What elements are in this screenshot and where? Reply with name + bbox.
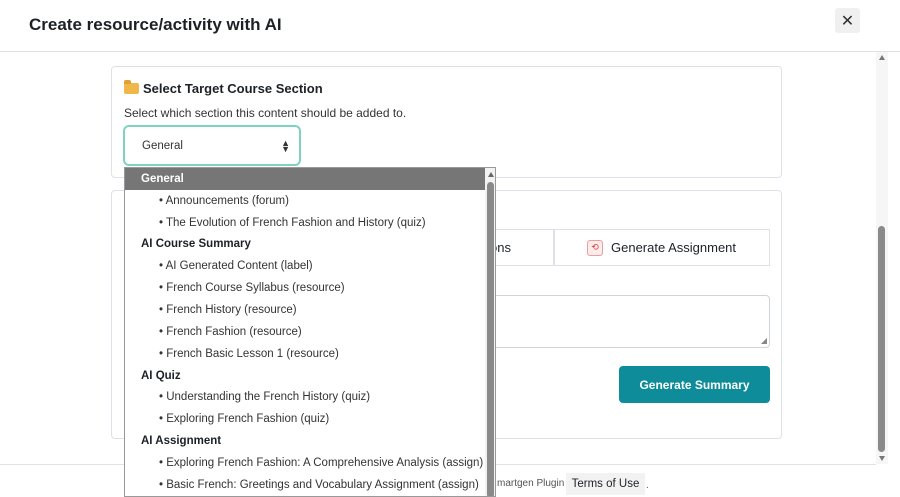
dropdown-option[interactable]: • French History (resource) <box>125 299 485 321</box>
folder-open-icon <box>124 80 139 94</box>
scroll-up-icon[interactable] <box>879 55 885 60</box>
section-card-title: Select Target Course Section <box>143 81 323 96</box>
section-select-card: Select Target Course Section Select whic… <box>111 66 782 178</box>
section-dropdown-list[interactable]: General • Announcements (forum) • The Evol… <box>124 167 496 497</box>
prompt-textarea[interactable]: ◢ <box>482 295 770 348</box>
footer-plugin-text: martgen Plugin <box>497 478 565 489</box>
footer-trailing: . <box>646 480 649 491</box>
terms-of-use-link[interactable]: Terms of Use <box>566 473 645 495</box>
scroll-down-icon[interactable] <box>879 456 885 461</box>
dropdown-scrollbar-thumb[interactable] <box>487 182 494 496</box>
dropdown-option[interactable]: • Exploring French Fashion: A Comprehens… <box>125 452 485 474</box>
tab-generate-assignment[interactable]: ⟲ Generate Assignment <box>554 229 770 266</box>
dropdown-option[interactable]: • AI Generated Content (label) <box>125 255 485 277</box>
dropdown-option[interactable]: • The Evolution of French Fashion and Hi… <box>125 212 485 234</box>
sort-arrows-icon: ▲ ▼ <box>281 137 290 154</box>
dropdown-option[interactable]: • Exploring French Fashion (quiz) <box>125 408 485 430</box>
resize-handle-icon[interactable]: ◢ <box>761 336 767 345</box>
dropdown-scroll-up-icon[interactable] <box>488 172 494 177</box>
modal-scrollbar[interactable] <box>876 52 888 464</box>
dropdown-option[interactable]: • Basic French: Greetings and Vocabulary… <box>125 474 485 496</box>
dropdown-optgroup: AI Quiz <box>141 369 181 382</box>
assignment-file-icon: ⟲ <box>587 239 603 256</box>
section-select[interactable]: General ▲ ▼ <box>123 125 301 166</box>
scrollbar-thumb[interactable] <box>878 226 885 452</box>
section-card-heading: Select Target Course Section <box>124 80 323 96</box>
dropdown-option[interactable]: • French Fashion (resource) <box>125 321 485 343</box>
dropdown-optgroup: AI Assignment <box>141 435 222 448</box>
dropdown-option[interactable]: • Announcements (forum) <box>125 190 485 212</box>
dropdown-option[interactable]: • Understanding the French History (quiz… <box>125 386 485 408</box>
dropdown-scrollbar[interactable] <box>485 168 495 496</box>
dropdown-option[interactable]: • French Basic Lesson 1 (resource) <box>125 343 485 365</box>
modal-header: Create resource/activity with AI ✕ <box>0 0 900 52</box>
section-select-value: General <box>142 139 183 152</box>
section-card-description: Select which section this content should… <box>124 106 407 120</box>
close-button[interactable]: ✕ <box>835 8 860 33</box>
dropdown-optgroup[interactable]: General <box>125 168 485 190</box>
dropdown-option[interactable]: • French Course Syllabus (resource) <box>125 277 485 299</box>
modal-title: Create resource/activity with AI <box>29 15 282 34</box>
dropdown-options: General • Announcements (forum) • The Evol… <box>125 168 485 496</box>
tab-generate-assignment-label: Generate Assignment <box>611 240 737 255</box>
generate-summary-button[interactable]: Generate Summary <box>619 366 770 403</box>
close-icon: ✕ <box>840 12 855 30</box>
section-select-inner[interactable]: General ▲ ▼ <box>128 130 296 161</box>
dropdown-optgroup: AI Course Summary <box>141 238 251 251</box>
